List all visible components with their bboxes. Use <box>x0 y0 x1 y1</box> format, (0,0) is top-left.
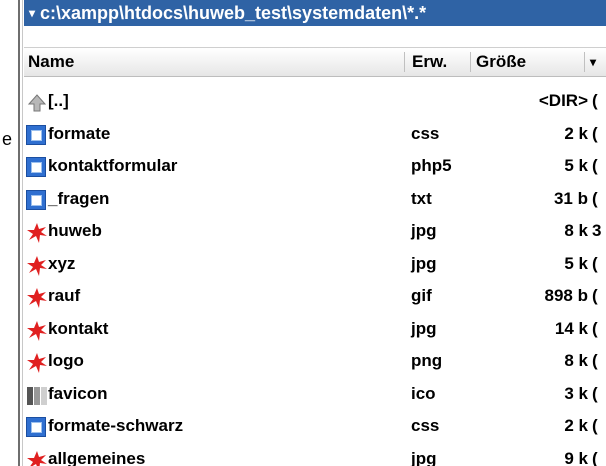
truncated-date-column: ( <box>592 253 598 273</box>
file-size: 898 b <box>544 286 588 305</box>
file-row[interactable]: huweb jpg 8 k3 <box>24 216 606 249</box>
neighbor-pane-text: e <box>2 129 13 149</box>
file-size: 9 k <box>564 448 588 466</box>
column-header-ext[interactable]: Erw. <box>412 48 447 76</box>
file-extension: gif <box>411 286 432 305</box>
file-extension: txt <box>411 188 432 208</box>
column-header-size[interactable]: Größe <box>476 48 526 76</box>
file-row[interactable]: favicon ico 3 k( <box>24 379 606 412</box>
file-row[interactable]: formate css 2 k( <box>24 119 606 152</box>
file-extension: css <box>411 416 440 435</box>
truncated-date-column: ( <box>592 318 598 338</box>
file-name: allgemeines <box>48 448 146 466</box>
file-size: 14 k <box>554 318 588 338</box>
file-size: <DIR> <box>538 91 588 110</box>
truncated-date-column: 3 <box>592 221 602 240</box>
image-icon <box>26 222 47 243</box>
file-size: 31 b <box>553 188 588 208</box>
truncated-date-column: ( <box>592 188 598 208</box>
file-extension: php5 <box>411 156 452 175</box>
file-size: 5 k <box>564 156 588 175</box>
file-name: logo <box>48 351 84 370</box>
file-row[interactable]: rauf gif 898 b( <box>24 281 606 314</box>
truncated-date-column: ( <box>592 156 598 175</box>
truncated-date-column: ( <box>592 91 598 110</box>
left-neighbor-pane: e <box>0 0 24 466</box>
column-divider[interactable] <box>584 52 585 72</box>
sort-indicator-icon[interactable]: ▾ <box>590 48 596 76</box>
column-header: Name Erw. Größe ▾ <box>24 47 606 77</box>
column-header-name[interactable]: Name <box>28 48 74 76</box>
file-row[interactable]: allgemeines jpg 9 k( <box>24 444 606 466</box>
file-list-panel: ▾ c:\xampp\htdocs\huweb_test\systemdaten\… <box>24 0 606 466</box>
pane-splitter[interactable] <box>18 0 20 466</box>
file-row[interactable]: xyz jpg 5 k( <box>24 249 606 282</box>
file-row[interactable]: logo png 8 k( <box>24 346 606 379</box>
file-extension: jpg <box>411 318 437 338</box>
image-icon <box>26 320 47 341</box>
path-bar[interactable]: ▾ c:\xampp\htdocs\huweb_test\systemdaten\… <box>24 0 606 26</box>
file-extension: css <box>411 123 440 143</box>
file-size: 5 k <box>564 253 588 273</box>
file-name: huweb <box>48 221 102 240</box>
column-divider[interactable] <box>470 52 471 72</box>
image-icon <box>26 255 47 276</box>
file-size: 8 k <box>564 221 588 240</box>
file-name: xyz <box>48 253 76 273</box>
up-folder-icon <box>26 92 47 112</box>
document-icon <box>26 124 46 145</box>
file-name: formate-schwarz <box>48 416 184 435</box>
chevron-down-icon[interactable]: ▾ <box>24 0 40 26</box>
truncated-date-column: ( <box>592 383 598 403</box>
pane-border <box>22 0 23 466</box>
file-extension: ico <box>411 383 436 403</box>
image-icon <box>26 352 47 373</box>
icon-file-icon <box>26 385 47 405</box>
spacer <box>24 26 606 47</box>
truncated-date-column: ( <box>592 351 598 370</box>
document-icon <box>26 189 46 210</box>
document-icon <box>26 157 46 177</box>
file-row[interactable]: _fragen txt 31 b( <box>24 184 606 217</box>
file-row[interactable]: [..] <DIR>( <box>24 86 606 119</box>
truncated-date-column: ( <box>592 448 598 466</box>
file-row[interactable]: kontaktformular php5 5 k( <box>24 151 606 184</box>
image-icon <box>26 287 47 308</box>
file-extension: jpg <box>411 448 437 466</box>
file-name: favicon <box>48 383 108 403</box>
current-path: c:\xampp\htdocs\huweb_test\systemdaten\*… <box>40 3 427 23</box>
file-row[interactable]: formate-schwarz css 2 k( <box>24 411 606 444</box>
file-extension: png <box>411 351 443 370</box>
file-name: kontakt <box>48 318 109 338</box>
truncated-date-column: ( <box>592 123 598 143</box>
file-extension: jpg <box>411 221 437 240</box>
file-size: 3 k <box>564 383 588 403</box>
file-size: 2 k <box>564 416 588 435</box>
file-name: kontaktformular <box>48 156 178 175</box>
file-size: 2 k <box>564 123 588 143</box>
truncated-date-column: ( <box>592 286 598 305</box>
file-name: _fragen <box>48 188 110 208</box>
file-name: rauf <box>48 286 81 305</box>
file-size: 8 k <box>564 351 588 370</box>
truncated-date-column: ( <box>592 416 598 435</box>
image-icon <box>26 450 47 466</box>
file-name: [..] <box>48 91 69 110</box>
column-divider[interactable] <box>404 52 405 72</box>
file-extension: jpg <box>411 253 437 273</box>
document-icon <box>26 417 46 437</box>
file-list: [..] <DIR>(formate css 2 k(kontaktformular p… <box>24 86 606 466</box>
file-row[interactable]: kontakt jpg 14 k( <box>24 314 606 347</box>
file-name: formate <box>48 123 111 143</box>
